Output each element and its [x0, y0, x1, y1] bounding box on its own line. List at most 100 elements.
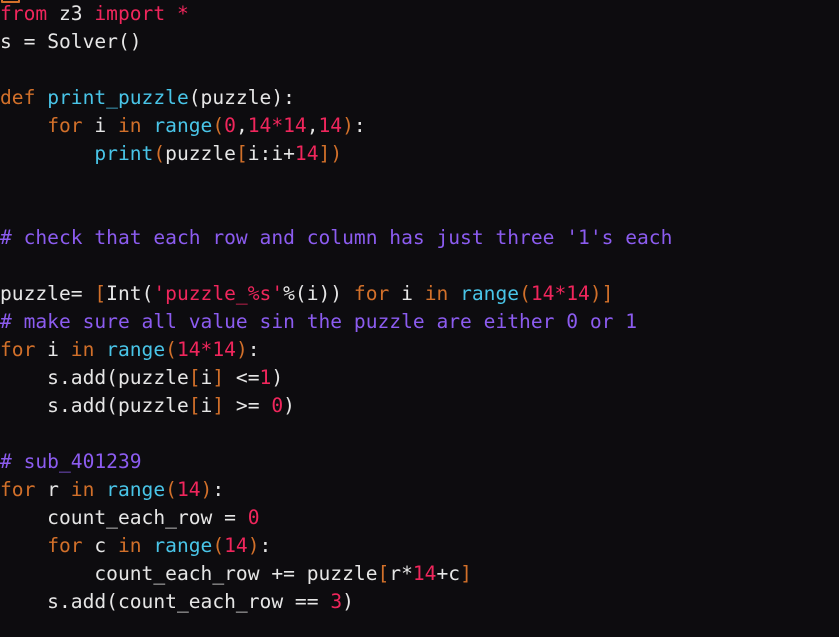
- token-kw2: in: [70, 478, 95, 501]
- token-fn: range: [460, 282, 520, 305]
- token-str: 'puzzle_%s': [153, 282, 284, 305]
- code-line-12: # make sure all value sin the puzzle are…: [0, 308, 839, 336]
- token-pl: :: [353, 114, 366, 137]
- token-pl: i:i+: [247, 142, 295, 165]
- token-kw2: for: [0, 478, 36, 501]
- token-com: # sub_401239: [0, 450, 142, 473]
- token-brk: (: [212, 114, 225, 137]
- token-pl: ): [271, 366, 284, 389]
- token-kw2: in: [117, 114, 142, 137]
- token-pl: r: [389, 562, 402, 585]
- token-brk: ]: [212, 394, 225, 417]
- code-line-9: # check that each row and column has jus…: [0, 224, 839, 252]
- token-pl: c: [82, 534, 118, 557]
- code-line-7: ​: [0, 168, 839, 196]
- token-brk: [: [188, 366, 201, 389]
- token-pl: (): [117, 30, 142, 53]
- token-brk: ]: [460, 562, 472, 585]
- token-pl: :: [212, 478, 225, 501]
- token-brk: (: [165, 338, 177, 361]
- token-pl: *: [401, 562, 413, 585]
- token-num: *: [554, 282, 567, 305]
- token-pl: r: [35, 478, 71, 501]
- token-pl: i: [35, 338, 71, 361]
- code-line-22: s.add(count_each_row == 3): [0, 588, 839, 616]
- token-num: 14: [176, 338, 201, 361]
- token-com: # check that each row and column has jus…: [0, 226, 673, 249]
- token-num: 14: [247, 114, 272, 137]
- token-kw: *: [176, 2, 189, 25]
- code-line-5: for i in range(0,14*14,14):: [0, 112, 839, 140]
- token-fn: print_puzzle: [47, 86, 189, 109]
- token-pl: count_each_row += puzzle: [0, 562, 378, 585]
- token-pl: ,: [235, 114, 248, 137]
- token-brk: ]: [601, 282, 614, 305]
- token-num: 14: [566, 282, 590, 305]
- token-brk: ): [247, 534, 260, 557]
- token-fn: range: [153, 534, 213, 557]
- token-num: 14: [412, 562, 437, 585]
- token-pl: <=: [224, 366, 260, 389]
- token-brk: ): [342, 114, 354, 137]
- token-fn: range: [106, 478, 166, 501]
- token-fn: range: [153, 114, 213, 137]
- code-line-20: for c in range(14):: [0, 532, 839, 560]
- token-pl: %(i)): [283, 282, 343, 305]
- token-brk: [: [188, 394, 201, 417]
- token-brk: ]: [318, 142, 331, 165]
- token-kw2: in: [117, 534, 142, 557]
- token-pl: (: [141, 282, 154, 305]
- token-kw2: for: [47, 534, 83, 557]
- code-line-13: for i in range(14*14):: [0, 336, 839, 364]
- token-brk: (: [519, 282, 531, 305]
- token-num: 14: [224, 534, 248, 557]
- token-num: 14: [176, 478, 201, 501]
- token-kw: import: [94, 2, 166, 25]
- code-line-14: s.add(puzzle[i] <=1): [0, 364, 839, 392]
- token-kw2: def: [0, 86, 36, 109]
- token-kw2: for: [353, 282, 390, 305]
- token-kw2: for: [47, 114, 83, 137]
- token-num: 3: [330, 590, 343, 613]
- token-pl: ,: [306, 114, 319, 137]
- token-num: *: [200, 338, 213, 361]
- code-line-4: def print_puzzle(puzzle):: [0, 84, 839, 112]
- token-brk: [: [94, 282, 107, 305]
- token-num: 0: [224, 114, 236, 137]
- token-pl: >=: [224, 394, 272, 417]
- token-pl: i: [200, 394, 213, 417]
- token-pl: (puzzle):: [188, 86, 295, 109]
- token-num: 14: [294, 142, 319, 165]
- token-pl: i: [389, 282, 425, 305]
- token-pl: s.add(puzzle: [0, 394, 189, 417]
- token-brk: [: [377, 562, 390, 585]
- code-line-3: ​: [0, 56, 839, 84]
- token-pl: count_each_row =: [0, 506, 248, 529]
- code-editor-viewport[interactable]: from z3 import *s = Solver()​def print_p…: [0, 0, 839, 637]
- token-brk: ): [330, 142, 343, 165]
- token-pl: Solver: [47, 30, 118, 53]
- token-pl: puzzle: [165, 142, 236, 165]
- code-line-1: from z3 import *: [0, 0, 839, 28]
- token-fn: range: [106, 338, 166, 361]
- token-brk: ): [200, 478, 213, 501]
- token-pl: :: [259, 534, 272, 557]
- token-pl: Int: [106, 282, 142, 305]
- token-pl: s.add(count_each_row ==: [0, 590, 331, 613]
- code-line-8: ​: [0, 196, 839, 224]
- token-num: 0: [247, 506, 260, 529]
- token-pl: +c: [436, 562, 461, 585]
- code-line-2: s = Solver(): [0, 28, 839, 56]
- token-pl: s.add(puzzle: [0, 366, 189, 389]
- token-pl: i: [200, 366, 213, 389]
- source-code-block[interactable]: from z3 import *s = Solver()​def print_p…: [0, 0, 839, 616]
- code-line-6: print(puzzle[i:i+14]): [0, 140, 839, 168]
